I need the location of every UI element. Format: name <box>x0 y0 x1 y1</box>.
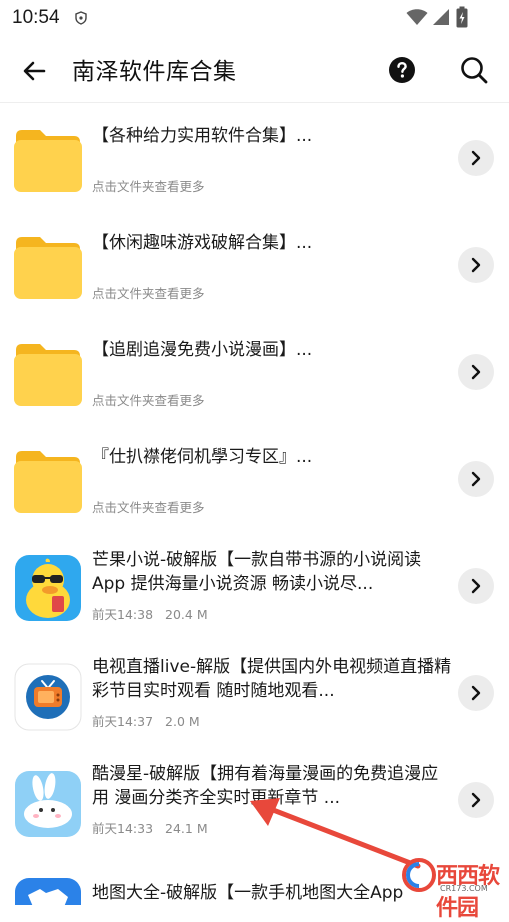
item-size: 24.1 M <box>165 821 208 836</box>
app-header: 南泽软件库合集 <box>0 36 509 103</box>
chevron-right-icon <box>471 578 481 594</box>
item-title: 地图大全-破解版【一款手机地图大全App <box>92 883 404 903</box>
open-button[interactable] <box>458 140 494 176</box>
folder-icon <box>14 237 82 299</box>
battery-icon <box>456 6 468 28</box>
chevron-right-icon <box>471 792 481 808</box>
list-item-folder[interactable]: 【追剧追漫免费小说漫画】... 点击文件夹查看更多 <box>0 318 509 425</box>
shield-icon <box>75 11 87 25</box>
chevron-right-icon <box>471 150 481 166</box>
chevron-right-icon <box>471 257 481 273</box>
open-button[interactable] <box>458 568 494 604</box>
list-item-folder[interactable]: 『仕扒襟佬伺机學习专区』... 点击文件夹查看更多 <box>0 425 509 532</box>
folder-icon <box>14 344 82 406</box>
chevron-right-icon <box>471 685 481 701</box>
page-title: 南泽软件库合集 <box>72 59 237 85</box>
signal-icon <box>433 9 449 25</box>
rabbit-icon <box>15 771 81 837</box>
back-arrow-icon[interactable] <box>18 54 52 88</box>
watermark-subtext: CR173.COM <box>440 884 488 893</box>
open-button[interactable] <box>458 675 494 711</box>
list-item-app[interactable]: 酷漫星-破解版【拥有着海量漫画的免费追漫应用 漫画分类齐全实时更新章节 ... … <box>0 746 509 853</box>
wifi-icon <box>406 9 428 25</box>
watermark-logo-icon <box>402 858 436 892</box>
chevron-right-icon <box>471 471 481 487</box>
item-title: 电视直播live-解版【提供国内外电视频道直播精彩节目实时观看 随时随地观看..… <box>92 657 452 701</box>
folder-icon <box>14 451 82 513</box>
item-title: 【各种给力实用软件合集】... <box>92 126 313 146</box>
item-title: 芒果小说-破解版【一款自带书源的小说阅读App 提供海量小说资源 畅读小说尽..… <box>92 550 422 594</box>
item-title: 【追剧追漫免费小说漫画】... <box>92 340 313 360</box>
open-button[interactable] <box>458 247 494 283</box>
list-item-app[interactable]: 芒果小说-破解版【一款自带书源的小说阅读App 提供海量小说资源 畅读小说尽..… <box>0 532 509 639</box>
duck-sunglasses-icon <box>15 555 81 621</box>
item-subtitle: 点击文件夹查看更多 <box>92 393 205 408</box>
folder-icon <box>14 130 82 192</box>
watermark: 西西软件园 CR173.COM <box>402 856 506 921</box>
search-icon[interactable] <box>458 54 490 86</box>
list-item-app[interactable]: 电视直播live-解版【提供国内外电视频道直播精彩节目实时观看 随时随地观看..… <box>0 639 509 746</box>
tv-icon <box>14 663 82 731</box>
item-meta: 前天14:33 24.1 M <box>92 818 208 837</box>
item-subtitle: 点击文件夹查看更多 <box>92 500 205 515</box>
list-item-folder[interactable]: 【各种给力实用软件合集】... 点击文件夹查看更多 <box>0 104 509 211</box>
map-icon <box>15 878 81 905</box>
item-size: 2.0 M <box>165 714 200 729</box>
status-time: 10:54 <box>12 7 60 28</box>
chevron-right-icon <box>471 364 481 380</box>
item-subtitle: 点击文件夹查看更多 <box>92 179 205 194</box>
open-button[interactable] <box>458 782 494 818</box>
open-button[interactable] <box>458 461 494 497</box>
item-meta: 前天14:37 2.0 M <box>92 711 200 730</box>
item-time: 前天14:33 <box>92 821 154 836</box>
help-icon[interactable] <box>388 56 416 84</box>
item-title: 酷漫星-破解版【拥有着海量漫画的免费追漫应用 漫画分类齐全实时更新章节 ... <box>92 764 439 808</box>
item-subtitle: 点击文件夹查看更多 <box>92 286 205 301</box>
list-item-folder[interactable]: 【休闲趣味游戏破解合集】... 点击文件夹查看更多 <box>0 211 509 318</box>
open-button[interactable] <box>458 354 494 390</box>
item-time: 前天14:38 <box>92 607 154 622</box>
item-meta: 前天14:38 20.4 M <box>92 604 208 623</box>
status-bar: 10:54 <box>0 0 509 36</box>
item-title: 『仕扒襟佬伺机學习专区』... <box>92 447 313 467</box>
item-time: 前天14:37 <box>92 714 154 729</box>
item-title: 【休闲趣味游戏破解合集】... <box>92 233 313 253</box>
item-size: 20.4 M <box>165 607 208 622</box>
